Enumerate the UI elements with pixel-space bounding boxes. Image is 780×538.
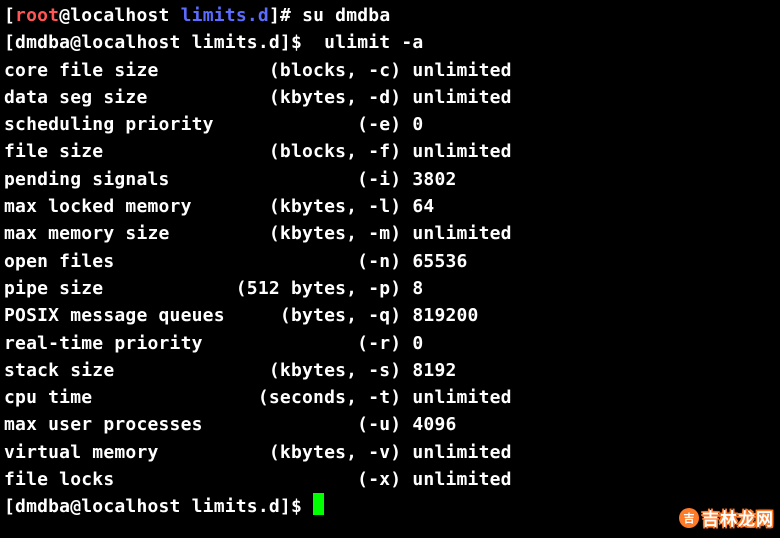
ulimit-row: pending signals (-i) 3802 <box>4 169 457 190</box>
ulimit-row: file size (blocks, -f) unlimited <box>4 141 512 162</box>
terminal-cursor[interactable] <box>313 493 324 515</box>
watermark-icon: 吉 <box>679 508 699 528</box>
ulimit-row: stack size (kbytes, -s) 8192 <box>4 360 457 381</box>
ulimit-command: ulimit -a <box>313 32 423 53</box>
ulimit-row: cpu time (seconds, -t) unlimited <box>4 387 512 408</box>
ulimit-row: data seg size (kbytes, -d) unlimited <box>4 87 512 108</box>
ulimit-row: virtual memory (kbytes, -v) unlimited <box>4 442 512 463</box>
ulimit-row: scheduling priority (-e) 0 <box>4 114 423 135</box>
ulimit-row: max memory size (kbytes, -m) unlimited <box>4 223 512 244</box>
dmdba-prompt-2: [dmdba@localhost limits.d]$ <box>4 496 313 517</box>
terminal-output: [root@localhost limits.d]# su dmdba [dmd… <box>0 0 780 521</box>
ulimit-row: real-time priority (-r) 0 <box>4 333 423 354</box>
ulimit-row: max locked memory (kbytes, -l) 64 <box>4 196 434 217</box>
dmdba-prompt: [dmdba@localhost limits.d]$ <box>4 32 313 53</box>
root-dir: limits.d <box>181 5 269 26</box>
root-prompt: [root@localhost limits.d]# <box>4 5 291 26</box>
root-user: root <box>15 5 59 26</box>
ulimit-row: POSIX message queues (bytes, -q) 819200 <box>4 305 479 326</box>
ulimit-row: core file size (blocks, -c) unlimited <box>4 60 512 81</box>
watermark-text: 吉林龙网 <box>702 505 774 530</box>
watermark: 吉 吉林龙网 <box>679 505 774 530</box>
ulimit-row: file locks (-x) unlimited <box>4 469 512 490</box>
ulimit-row: pipe size (512 bytes, -p) 8 <box>4 278 423 299</box>
ulimit-row: max user processes (-u) 4096 <box>4 414 457 435</box>
su-command: su dmdba <box>291 5 390 26</box>
ulimit-row: open files (-n) 65536 <box>4 251 468 272</box>
